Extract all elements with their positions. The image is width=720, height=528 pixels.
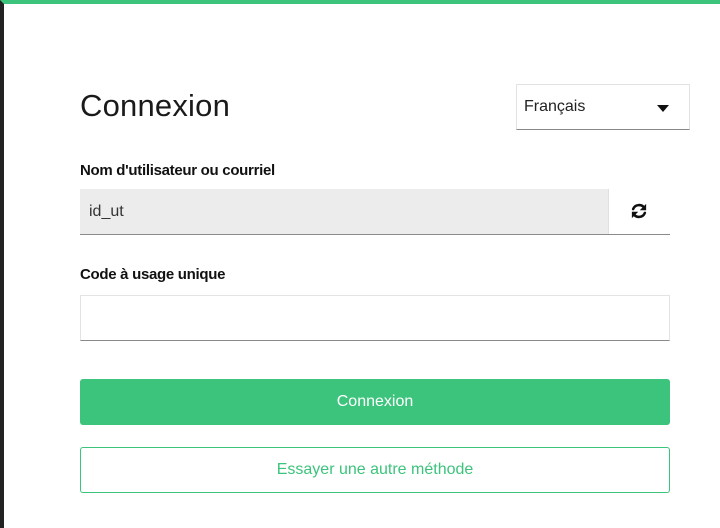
otp-input[interactable] [80, 295, 670, 341]
language-selected-value: Français [524, 98, 586, 115]
username-value: id_ut [89, 203, 124, 220]
refresh-button[interactable] [608, 189, 670, 234]
username-field[interactable]: id_ut [80, 189, 670, 235]
language-select[interactable]: Français [516, 84, 690, 130]
login-button[interactable]: Connexion [80, 379, 670, 425]
otp-label: Code à usage unique [80, 266, 226, 283]
chevron-down-icon [657, 105, 669, 112]
page-title: Connexion [80, 88, 231, 123]
login-header: Connexion Français [80, 84, 690, 130]
try-another-method-button[interactable]: Essayer une autre méthode [80, 447, 670, 493]
refresh-icon [631, 203, 647, 219]
login-card: Connexion Français Nom d'utilisateur ou … [0, 0, 720, 528]
username-label: Nom d'utilisateur ou courriel [80, 162, 275, 179]
